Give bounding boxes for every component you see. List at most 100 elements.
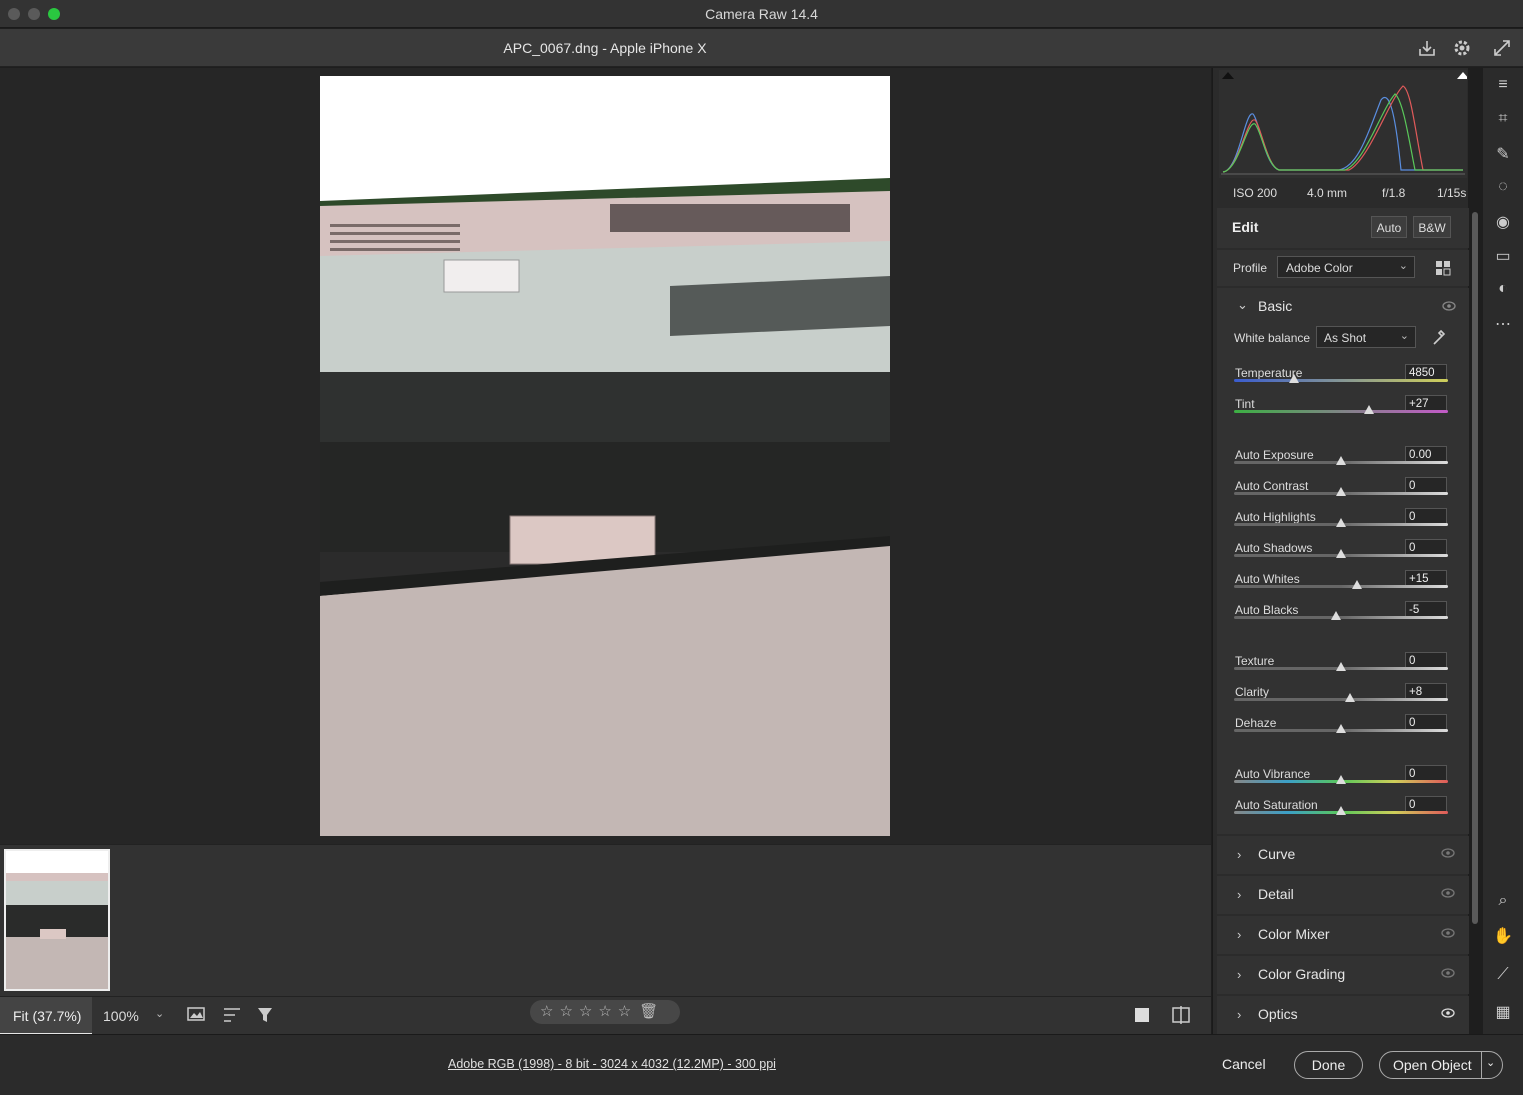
section-detail[interactable]: › Detail [1217, 876, 1469, 914]
slider-handle[interactable] [1336, 806, 1346, 815]
auto-button[interactable]: Auto [1371, 216, 1407, 238]
more-icon[interactable]: ⋯ [1492, 314, 1514, 336]
white-balance-select[interactable]: As Shot ⌄ [1316, 326, 1416, 348]
slider-handle[interactable] [1363, 405, 1374, 414]
white-balance-value: As Shot [1324, 331, 1367, 345]
chevron-down-icon: ⌄ [1398, 260, 1408, 272]
slider-label: Auto Blacks [1235, 603, 1299, 617]
slider-track[interactable] [1234, 379, 1448, 382]
workflow-options-link[interactable]: Adobe RGB (1998) - 8 bit - 3024 x 4032 (… [448, 1057, 776, 1071]
section-curve[interactable]: › Curve [1217, 836, 1469, 874]
open-object-button[interactable]: Open Object ⌄ [1379, 1051, 1503, 1079]
slider-handle[interactable] [1352, 580, 1363, 589]
basic-visibility-eye-icon[interactable] [1442, 301, 1456, 311]
filmstrip-options-icon[interactable] [187, 1005, 209, 1025]
slider-label: Auto Contrast [1235, 479, 1309, 493]
done-button[interactable]: Done [1294, 1051, 1363, 1079]
presets-icon[interactable]: ◐ [1492, 280, 1514, 302]
fullscreen-icon[interactable] [1491, 37, 1513, 59]
section-optics[interactable]: › Optics [1217, 996, 1469, 1034]
edit-title: Edit [1232, 219, 1259, 235]
bw-button[interactable]: B&W [1413, 216, 1451, 238]
thumbnail-image [6, 851, 108, 989]
visibility-eye-icon[interactable] [1441, 1008, 1455, 1018]
settings-gear-icon[interactable] [1451, 37, 1473, 59]
photo-preview [320, 76, 890, 836]
masking-icon[interactable]: ◌ [1492, 178, 1514, 200]
red-eye-icon[interactable]: ◉ [1492, 212, 1514, 234]
profile-select[interactable]: Adobe Color ⌄ [1277, 256, 1415, 278]
zoom-100-button[interactable]: 100% [103, 1008, 139, 1024]
slider-handle[interactable] [1330, 611, 1341, 620]
crop-icon[interactable]: ⌗ [1492, 110, 1514, 132]
visibility-eye-icon[interactable] [1441, 968, 1455, 978]
aperture-value: f/1.8 [1382, 186, 1406, 200]
rating-stars[interactable]: ☆☆☆☆☆ [540, 1003, 637, 1020]
white-balance-label: White balance [1234, 331, 1311, 345]
basic-title[interactable]: Basic [1258, 298, 1292, 314]
cancel-button[interactable]: Cancel [1222, 1056, 1266, 1072]
chevron-down-icon: ⌄ [1399, 330, 1409, 342]
slider-handle[interactable] [1288, 374, 1299, 383]
star-rating[interactable]: ☆☆☆☆☆ 🗑 [530, 1000, 680, 1024]
visibility-eye-icon[interactable] [1441, 888, 1455, 898]
sort-icon[interactable] [222, 1006, 242, 1024]
color-sampler-icon[interactable]: ⟋ [1492, 966, 1514, 988]
chevron-right-icon: › [1237, 1007, 1242, 1022]
slider-handle[interactable] [1336, 662, 1346, 671]
section-color-mixer[interactable]: › Color Mixer [1217, 916, 1469, 954]
slider-handle[interactable] [1344, 693, 1355, 702]
save-image-icon[interactable] [1416, 37, 1438, 59]
slider-handle[interactable] [1336, 775, 1346, 784]
visibility-eye-icon[interactable] [1441, 848, 1455, 858]
profile-row: Profile Adobe Color ⌄ [1217, 250, 1469, 286]
before-after-icon[interactable] [1171, 1006, 1191, 1024]
filmstrip [0, 844, 1211, 996]
slider-track[interactable] [1234, 410, 1448, 413]
edit-header: Edit Auto B&W [1217, 208, 1469, 248]
tool-strip: ≡ ⌗ ✎ ◌ ◉ ▭ ◐ ⋯ ⌕ ✋ ⟋ ▦ [1483, 68, 1523, 1034]
filter-icon[interactable] [256, 1006, 274, 1024]
basic-chevron-down-icon[interactable]: ⌄ [1237, 297, 1248, 313]
grid-overlay-icon[interactable]: ▦ [1492, 1002, 1514, 1024]
panel-scrollbar[interactable] [1472, 212, 1478, 924]
zoom-icon[interactable]: ⌕ [1492, 892, 1514, 914]
chevron-right-icon: › [1237, 847, 1242, 862]
bottom-toolbar: Fit (37.7%) 100% ⌄ ☆☆☆☆☆ 🗑 [0, 996, 1211, 1035]
slider-label: Auto Whites [1235, 572, 1300, 586]
visibility-eye-icon[interactable] [1441, 928, 1455, 938]
slider-label: Auto Shadows [1235, 541, 1313, 555]
open-options-chevron-icon[interactable]: ⌄ [1481, 1052, 1495, 1078]
app-title: Camera Raw 14.4 [705, 6, 818, 22]
slider-handle[interactable] [1336, 518, 1346, 527]
trash-icon[interactable]: 🗑 [639, 1003, 658, 1020]
fit-zoom-button[interactable]: Fit (37.7%) [0, 997, 92, 1035]
healing-icon[interactable]: ✎ [1492, 144, 1514, 166]
image-canvas[interactable] [0, 68, 1211, 844]
zoom-dropdown-chevron-icon[interactable]: ⌄ [155, 1007, 164, 1020]
histogram [1219, 70, 1467, 178]
section-color-grading[interactable]: › Color Grading [1217, 956, 1469, 994]
slider-track[interactable] [1234, 585, 1448, 588]
single-view-icon[interactable] [1135, 1008, 1149, 1022]
slider-handle[interactable] [1336, 724, 1346, 733]
section-title: Color Mixer [1258, 926, 1330, 942]
slider-track[interactable] [1234, 616, 1448, 619]
profile-browser-icon[interactable] [1435, 260, 1451, 276]
slider-track[interactable] [1234, 698, 1448, 701]
snapshots-icon[interactable]: ▭ [1492, 246, 1514, 268]
white-balance-eyedropper-icon[interactable] [1431, 328, 1447, 346]
slider-label: Clarity [1235, 685, 1270, 699]
hand-icon[interactable]: ✋ [1492, 926, 1514, 948]
chevron-right-icon: › [1237, 927, 1242, 942]
profile-value: Adobe Color [1286, 261, 1353, 275]
slider-handle[interactable] [1336, 487, 1346, 496]
filmstrip-thumbnail[interactable] [4, 849, 110, 991]
slider-handle[interactable] [1336, 549, 1346, 558]
basic-panel: ⌄ Basic White balance As Shot ⌄ Temperatu… [1217, 288, 1469, 834]
slider-label: Tint [1235, 397, 1255, 411]
slider-label: Auto Highlights [1235, 510, 1316, 524]
edit-sliders-icon[interactable]: ≡ [1492, 76, 1514, 98]
slider-handle[interactable] [1336, 456, 1346, 465]
iso-value: ISO 200 [1233, 186, 1278, 200]
